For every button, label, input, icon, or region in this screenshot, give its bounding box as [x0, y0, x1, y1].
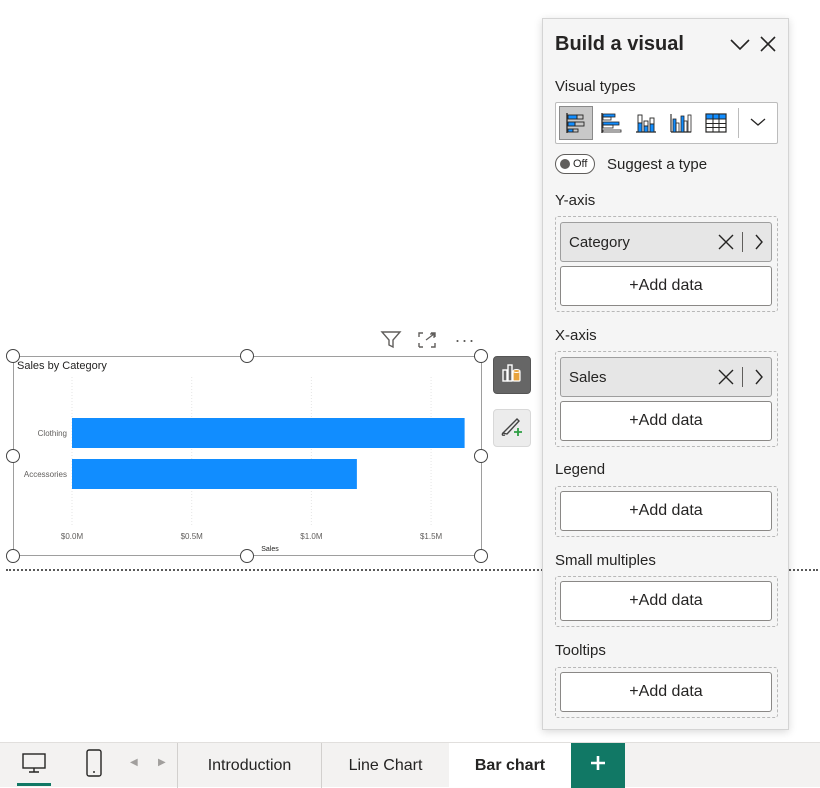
close-icon [759, 35, 777, 58]
tab-bar-chart[interactable]: Bar chart [449, 743, 571, 788]
y-axis-field-pill[interactable]: Category [560, 222, 772, 262]
legend-well: +Add data [555, 486, 778, 537]
build-visual-icon [500, 361, 524, 390]
tooltips-well: +Add data [555, 667, 778, 718]
bar-clothing[interactable] [72, 418, 465, 448]
pane-title: Build a visual [555, 33, 684, 55]
suggest-type-toggle[interactable]: Off [555, 154, 595, 174]
x-axis-title: Sales [261, 546, 279, 553]
collapse-pane-button[interactable] [727, 33, 753, 59]
focus-mode-icon[interactable] [414, 328, 440, 352]
toggle-state-label: Off [573, 158, 588, 170]
toggle-knob [560, 159, 570, 169]
table-icon[interactable] [699, 106, 733, 140]
build-visual-button[interactable] [493, 356, 531, 394]
chevron-right-icon[interactable] [747, 362, 771, 392]
y-tick-label: Accessories [24, 470, 67, 479]
chart-plot: $0.0M $0.5M $1.0M $1.5M Clothing Accessories S… [24, 377, 465, 553]
close-pane-button[interactable] [755, 33, 781, 59]
legend-add-data-button[interactable]: +Add data [560, 491, 772, 531]
x-axis-field-name: Sales [569, 368, 607, 386]
small-multiples-label: Small multiples [555, 552, 656, 569]
clustered-column-chart-icon[interactable] [664, 106, 698, 140]
remove-field-icon[interactable] [714, 362, 738, 392]
clustered-bar-chart-icon[interactable] [594, 106, 628, 140]
desktop-icon [21, 751, 47, 780]
resize-handle-bottom-right[interactable] [474, 549, 488, 563]
mobile-layout-button[interactable] [82, 748, 106, 782]
format-visual-button[interactable] [493, 409, 531, 447]
y-axis-add-data-button[interactable]: +Add data [560, 266, 772, 306]
add-page-button[interactable] [571, 743, 625, 788]
stacked-bar-chart-icon[interactable] [559, 106, 593, 140]
y-axis-label: Y-axis [555, 192, 596, 209]
desktop-layout-button[interactable] [18, 749, 50, 781]
x-tick-label: $1.5M [420, 532, 443, 541]
visual-types-gallery [555, 102, 778, 144]
pill-separator [742, 367, 743, 387]
chevron-down-icon [729, 37, 751, 56]
caret-right-icon: ▶ [158, 757, 166, 768]
x-tick-label: $0.5M [181, 532, 204, 541]
x-axis-add-data-button[interactable]: +Add data [560, 401, 772, 441]
tooltips-add-data-button[interactable]: +Add data [560, 672, 772, 712]
scroll-tabs-right-button[interactable]: ▶ [158, 757, 166, 768]
x-axis-label: X-axis [555, 327, 597, 344]
resize-handle-top-right[interactable] [474, 349, 488, 363]
x-axis-field-pill[interactable]: Sales [560, 357, 772, 397]
visual-types-label: Visual types [555, 78, 636, 95]
remove-field-icon[interactable] [714, 227, 738, 257]
resize-handle-bottom-left[interactable] [6, 549, 20, 563]
gallery-separator [738, 108, 739, 138]
small-multiples-well: +Add data [555, 576, 778, 627]
plus-icon [590, 755, 606, 776]
chevron-right-icon[interactable] [747, 227, 771, 257]
stacked-column-chart-icon[interactable] [629, 106, 663, 140]
tab-line-chart[interactable]: Line Chart [322, 743, 449, 788]
legend-label: Legend [555, 461, 606, 478]
more-visual-types-button[interactable] [743, 106, 773, 140]
desktop-layout-indicator [17, 783, 51, 786]
resize-handle-bottom[interactable] [240, 549, 254, 563]
tab-introduction[interactable]: Introduction [178, 743, 321, 788]
suggest-type-label: Suggest a type [607, 156, 708, 173]
mobile-icon [85, 748, 103, 782]
resize-handle-top[interactable] [240, 349, 254, 363]
pill-separator [742, 232, 743, 252]
x-tick-label: $0.0M [61, 532, 84, 541]
resize-handle-top-left[interactable] [6, 349, 20, 363]
bar-chart-visual[interactable]: Sales by Category $0.0M $0.5M $1.0M $1.5M Cl… [13, 356, 482, 556]
y-tick-label: Clothing [38, 429, 67, 438]
filter-icon[interactable] [378, 328, 404, 352]
resize-handle-left[interactable] [6, 449, 20, 463]
y-axis-well: Category +Add data [555, 216, 778, 312]
format-visual-icon [499, 413, 525, 444]
small-multiples-add-data-button[interactable]: +Add data [560, 581, 772, 621]
x-tick-label: $1.0M [300, 532, 323, 541]
resize-handle-right[interactable] [474, 449, 488, 463]
more-options-icon[interactable]: ··· [450, 328, 480, 352]
tooltips-label: Tooltips [555, 642, 606, 659]
scroll-tabs-left-button[interactable]: ◀ [130, 757, 138, 768]
y-axis-field-name: Category [569, 233, 630, 251]
build-visual-pane: Build a visual Visual types Off Suggest … [542, 18, 789, 730]
page-tab-bar: ◀ ▶ Introduction Line Chart Bar chart [0, 742, 820, 788]
bar-accessories[interactable] [72, 459, 357, 489]
x-axis-well: Sales +Add data [555, 351, 778, 447]
chevron-down-icon [750, 114, 766, 132]
caret-left-icon: ◀ [130, 757, 138, 768]
